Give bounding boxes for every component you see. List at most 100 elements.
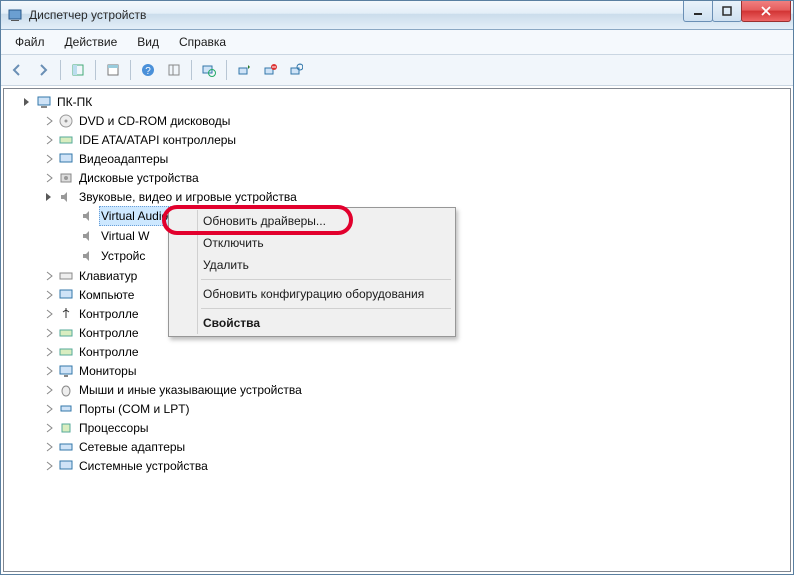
help-button[interactable]: ? [136,58,160,82]
svg-text:?: ? [145,66,151,77]
node-label: Процессоры [77,419,151,437]
tree-node-disk[interactable]: Дисковые устройства [44,169,790,188]
device-manager-window: Диспетчер устройств Файл Действие Вид Сп… [0,0,794,575]
expand-icon[interactable] [44,327,56,339]
node-label: Компьюте [77,286,136,304]
monitor-icon [58,363,74,379]
toolbar: ? [1,55,793,86]
toolbar-separator [226,60,227,80]
expand-icon[interactable] [44,384,56,396]
tree-node-monitor[interactable]: Мониторы [44,362,790,381]
uninstall-button[interactable] [258,58,282,82]
node-label: DVD и CD-ROM дисководы [77,112,232,130]
node-label: Системные устройства [77,457,210,475]
toolbar-separator [60,60,61,80]
ctx-scan-hardware[interactable]: Обновить конфигурацию оборудования [171,283,453,305]
toolbar-separator [130,60,131,80]
expand-icon[interactable] [44,153,56,165]
toolbar-button[interactable] [162,58,186,82]
menu-view[interactable]: Вид [127,33,169,51]
display-adapter-icon [58,151,74,167]
expand-icon[interactable] [44,365,56,377]
tree-node-mouse[interactable]: Мыши и иные указывающие устройства [44,381,790,400]
window-controls [684,1,791,21]
maximize-button[interactable] [712,1,742,22]
node-label: Virtual W [99,227,151,245]
expand-icon[interactable] [44,115,56,127]
node-label: Порты (COM и LPT) [77,400,192,418]
ctx-update-drivers[interactable]: Обновить драйверы... [171,210,453,232]
scan-hardware-button[interactable] [197,58,221,82]
properties-button[interactable] [101,58,125,82]
controller-icon [58,344,74,360]
tree-node-net[interactable]: Сетевые адаптеры [44,438,790,457]
back-button[interactable] [5,58,29,82]
menubar: Файл Действие Вид Справка [1,30,793,55]
expand-icon[interactable] [44,460,56,472]
node-label: Мониторы [77,362,138,380]
tree-node-system[interactable]: Системные устройства [44,457,790,476]
tree-node-video[interactable]: Видеоадаптеры [44,150,790,169]
sound-device-icon [80,228,96,244]
expand-icon[interactable] [44,422,56,434]
toolbar-separator [95,60,96,80]
keyboard-icon [58,268,74,284]
ports-icon [58,401,74,417]
collapse-icon[interactable] [22,96,34,108]
close-button[interactable] [741,1,791,22]
show-hide-tree-button[interactable] [66,58,90,82]
expand-icon[interactable] [44,403,56,415]
collapse-icon[interactable] [44,191,56,203]
ctx-delete[interactable]: Удалить [171,254,453,276]
system-icon [58,458,74,474]
computer-icon [36,94,52,110]
expand-icon[interactable] [44,172,56,184]
context-menu: Обновить драйверы... Отключить Удалить О… [168,207,456,337]
node-label: Сетевые адаптеры [77,438,187,456]
sound-icon [58,189,74,205]
node-label: Контролле [77,324,141,342]
network-icon [58,439,74,455]
cpu-icon [58,420,74,436]
expand-icon[interactable] [44,441,56,453]
node-label: Устройс [99,247,147,265]
expand-icon[interactable] [44,289,56,301]
minimize-button[interactable] [683,1,713,22]
expand-icon[interactable] [44,346,56,358]
node-label: Звуковые, видео и игровые устройства [77,188,299,206]
disk-icon [58,170,74,186]
context-menu-separator [201,308,451,309]
tree-node-ports[interactable]: Порты (COM и LPT) [44,400,790,419]
menu-file[interactable]: Файл [5,33,55,51]
node-label: ПК-ПК [55,93,94,111]
expand-icon[interactable] [44,134,56,146]
expand-icon[interactable] [44,270,56,282]
expand-icon[interactable] [44,308,56,320]
ctx-disable[interactable]: Отключить [171,232,453,254]
node-label: Контролле [77,343,141,361]
tree-node-host-ctrl[interactable]: Контролле [44,343,790,362]
sound-device-icon [80,248,96,264]
forward-button[interactable] [31,58,55,82]
ctx-properties[interactable]: Свойства [171,312,453,334]
ide-icon [58,132,74,148]
app-icon [7,7,23,23]
tree-node-ide[interactable]: IDE ATA/ATAPI контроллеры [44,131,790,150]
toolbar-separator [191,60,192,80]
controller-icon [58,325,74,341]
install-hardware-button[interactable] [232,58,256,82]
node-label: Дисковые устройства [77,169,201,187]
tree-node-dvd[interactable]: DVD и CD-ROM дисководы [44,112,790,131]
titlebar: Диспетчер устройств [1,1,793,30]
update-driver-button[interactable] [284,58,308,82]
window-title: Диспетчер устройств [29,8,684,22]
node-label: Мыши и иные указывающие устройства [77,381,304,399]
menu-help[interactable]: Справка [169,33,236,51]
tree-node-cpu[interactable]: Процессоры [44,419,790,438]
dvd-icon [58,113,74,129]
node-label: Контролле [77,305,141,323]
node-label: Видеоадаптеры [77,150,170,168]
menu-action[interactable]: Действие [55,33,128,51]
context-menu-separator [201,279,451,280]
node-label: IDE ATA/ATAPI контроллеры [77,131,238,149]
